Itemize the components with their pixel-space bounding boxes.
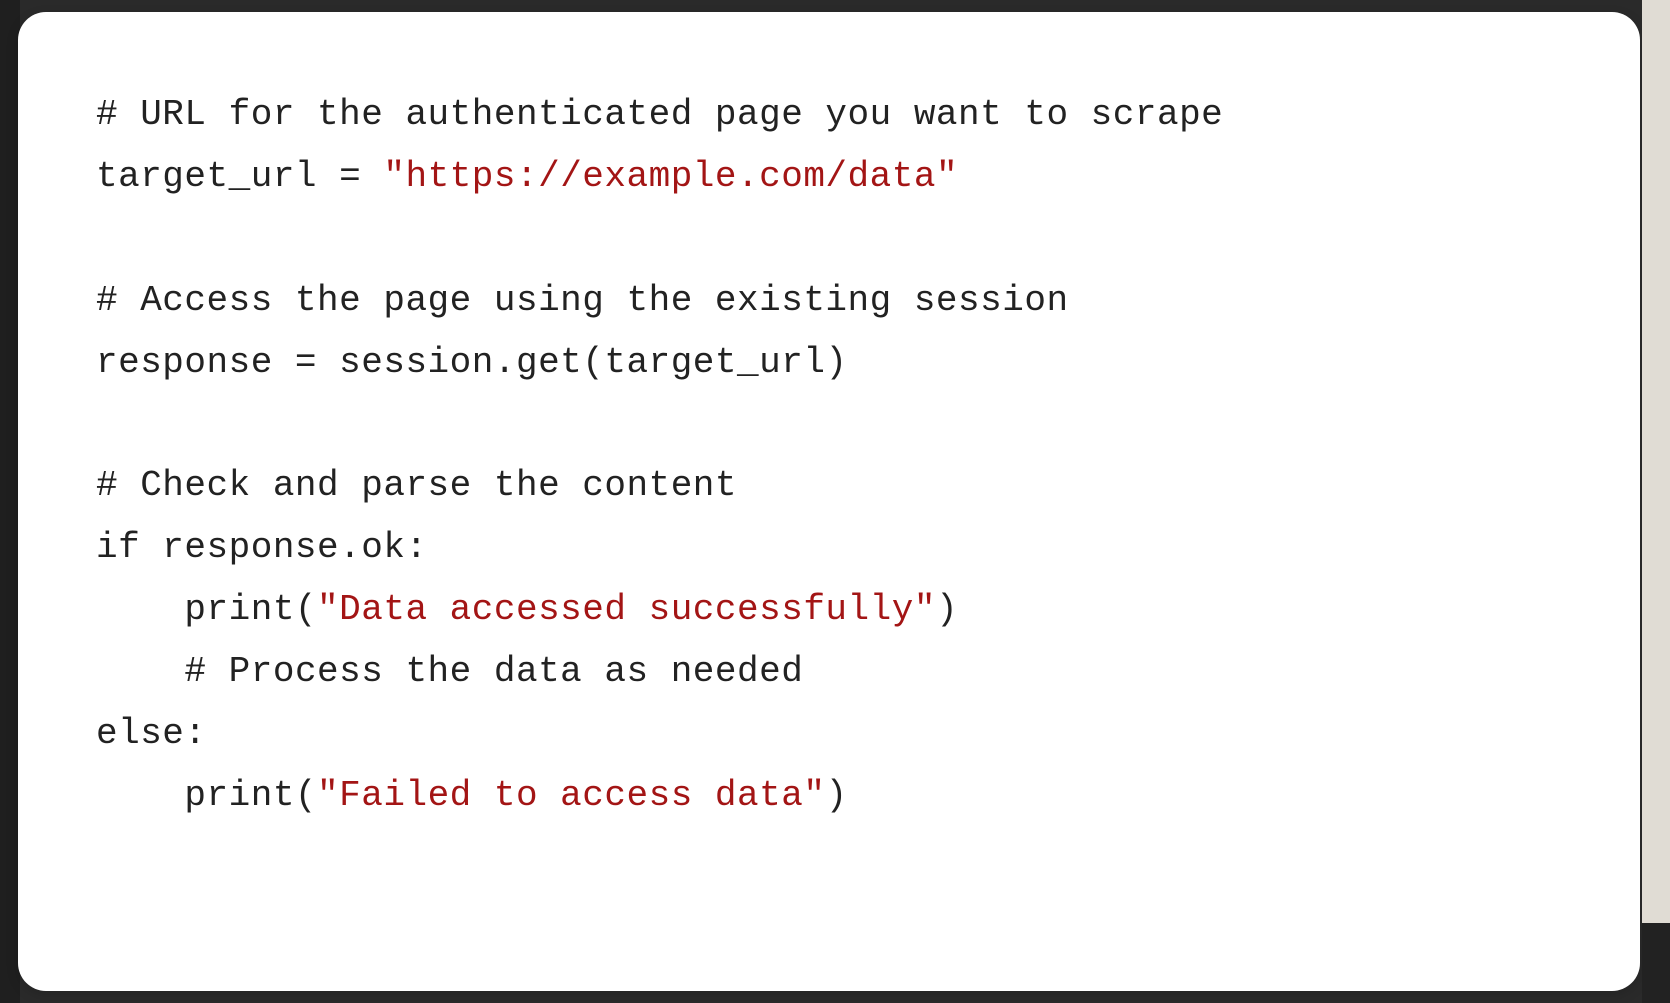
code-snippet-card: # URL for the authenticated page you wan… — [18, 12, 1640, 991]
code-token-plain: else: — [96, 713, 207, 754]
code-token-plain: print( — [96, 589, 317, 630]
code-token-plain: ) — [936, 589, 958, 630]
code-token-plain: ) — [825, 775, 847, 816]
background-right-strip — [1642, 0, 1670, 1003]
code-token-string: "Data accessed successfully" — [317, 589, 936, 630]
code-token-string: "Failed to access data" — [317, 775, 825, 816]
code-token-comment: # Check and parse the content — [96, 465, 737, 506]
code-block: # URL for the authenticated page you wan… — [96, 84, 1562, 827]
code-token-plain: response = session.get(target_url) — [96, 342, 848, 383]
code-token-plain: target_url = — [96, 156, 383, 197]
code-token-plain: print( — [96, 775, 317, 816]
code-token-plain: if response.ok: — [96, 527, 428, 568]
code-token-comment: # Access the page using the existing ses… — [96, 280, 1069, 321]
code-token-comment: # Process the data as needed — [184, 651, 803, 692]
background-dark-patch — [1642, 923, 1670, 1003]
code-token-string: "https://example.com/data" — [383, 156, 958, 197]
code-token-comment: # URL for the authenticated page you wan… — [96, 94, 1223, 135]
code-token-plain — [96, 651, 184, 692]
background-left-strip — [0, 0, 20, 1003]
